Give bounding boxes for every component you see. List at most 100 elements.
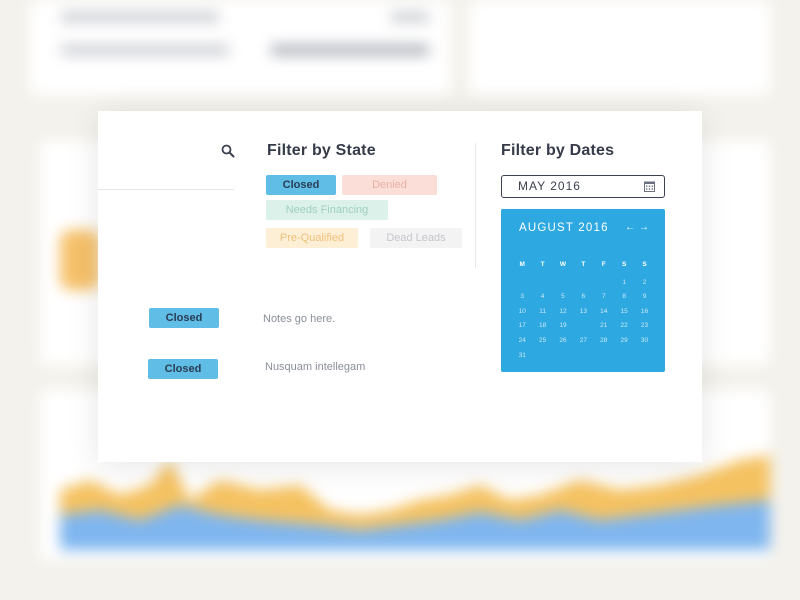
calendar-day-number: 1 xyxy=(622,278,626,286)
calendar-day-number: 6 xyxy=(581,293,586,301)
row-status-badge: Closed xyxy=(148,359,218,379)
calendar-day[interactable]: 27 xyxy=(573,334,593,349)
calendar-day-number: 23 xyxy=(640,322,649,330)
calendar-week-row: 3 4 5 6 7 8 9 xyxy=(512,290,662,305)
calendar-day[interactable]: 11 xyxy=(532,305,552,320)
calendar-week-row: 31 xyxy=(512,349,662,364)
calendar-day[interactable]: 13 xyxy=(573,305,593,320)
calendar-dropdown: AUGUST 2016 ← → M T W T F S S 1 2 3 4 5 6 7 8 9 10 11 12 13… xyxy=(501,209,665,372)
calendar-day[interactable]: 3 xyxy=(512,290,532,305)
calendar-week-row: 10 11 12 13 14 15 16 xyxy=(512,305,662,320)
calendar-day[interactable]: 23 xyxy=(634,319,654,334)
weekday-label: T xyxy=(540,261,545,268)
calendar-empty-cell xyxy=(512,276,532,291)
calendar-icon[interactable] xyxy=(644,181,655,192)
calendar-day[interactable]: 10 xyxy=(512,305,532,320)
previous-month-arrow-icon[interactable]: ← xyxy=(625,222,635,233)
filter-panel: Filter by State Closed Denied Needs Fina… xyxy=(98,111,702,462)
calendar-day-number: 4 xyxy=(540,293,545,301)
calendar-empty-cell xyxy=(634,349,654,364)
calendar-day-number: 27 xyxy=(579,336,587,344)
calendar-day[interactable]: 21 xyxy=(594,319,614,334)
calendar-day-number: 2 xyxy=(642,278,647,286)
calendar-day-number: 7 xyxy=(601,293,606,301)
calendar-grid: M T W T F S S 1 2 3 4 5 6 7 8 9 10 11 12 13 14 15 16 17 18 19 20 21… xyxy=(512,258,662,363)
calendar-empty-cell xyxy=(573,276,593,291)
calendar-day[interactable]: 19 xyxy=(553,319,573,334)
calendar-day-number: 26 xyxy=(559,336,567,344)
month-picker-input[interactable]: MAY 2016 xyxy=(501,175,665,198)
calendar-day[interactable]: 22 xyxy=(614,319,634,334)
calendar-day-number: 12 xyxy=(559,307,567,315)
background-card xyxy=(470,0,770,95)
calendar-day[interactable]: 4 xyxy=(532,290,552,305)
calendar-day[interactable]: 8 xyxy=(614,290,634,305)
calendar-day[interactable]: 30 xyxy=(634,334,654,349)
calendar-day-number: 16 xyxy=(640,307,649,315)
weekday-label: W xyxy=(559,261,567,268)
calendar-day-number: 31 xyxy=(518,351,526,359)
calendar-day[interactable]: 12 xyxy=(553,305,573,320)
calendar-day-number: 5 xyxy=(561,293,565,301)
month-picker-value: MAY 2016 xyxy=(518,179,581,193)
weekday-label: M xyxy=(519,261,525,268)
calendar-day[interactable]: 15 xyxy=(614,305,634,320)
calendar-day[interactable]: 2 xyxy=(634,276,654,291)
calendar-day-number: 9 xyxy=(642,293,647,301)
calendar-empty-cell xyxy=(553,276,573,291)
calendar-day-number: 21 xyxy=(600,322,608,330)
next-month-arrow-icon[interactable]: → xyxy=(639,222,649,233)
calendar-day[interactable]: 5 xyxy=(553,290,573,305)
background-card xyxy=(30,0,450,95)
calendar-empty-cell xyxy=(614,349,634,364)
calendar-empty-cell xyxy=(573,349,593,364)
state-filter-pre-qualified[interactable]: Pre-Qualified xyxy=(266,228,358,248)
state-filter-closed[interactable]: Closed xyxy=(266,175,336,195)
calendar-day[interactable]: 14 xyxy=(594,305,614,320)
calendar-day[interactable]: 26 xyxy=(553,334,573,349)
calendar-day-selected[interactable]: 20 xyxy=(573,319,593,334)
calendar-day-number: 30 xyxy=(640,336,649,344)
calendar-day-number: 13 xyxy=(579,307,587,315)
divider xyxy=(475,143,476,268)
calendar-day[interactable]: 6 xyxy=(573,290,593,305)
filter-state-title: Filter by State xyxy=(267,142,376,159)
calendar-day-number: 10 xyxy=(518,307,526,315)
state-filter-needs-financing[interactable]: Needs Financing xyxy=(266,200,388,220)
calendar-day-number: 29 xyxy=(620,336,628,344)
calendar-day[interactable]: 1 xyxy=(614,276,634,291)
calendar-day[interactable]: 31 xyxy=(512,349,532,364)
row-note: Notes go here. xyxy=(263,313,336,325)
calendar-empty-cell xyxy=(594,276,614,291)
calendar-day-number: 28 xyxy=(600,336,608,344)
calendar-month-label: AUGUST 2016 xyxy=(519,222,609,234)
calendar-day-number: 20 xyxy=(579,322,587,330)
calendar-day[interactable]: 29 xyxy=(614,334,634,349)
weekday-label: T xyxy=(581,261,586,268)
calendar-day-number: 22 xyxy=(620,322,628,330)
calendar-day-number: 14 xyxy=(600,307,608,315)
calendar-day-number: 25 xyxy=(538,336,547,344)
calendar-day[interactable]: 24 xyxy=(512,334,532,349)
state-filter-denied[interactable]: Denied xyxy=(342,175,437,195)
calendar-day[interactable]: 9 xyxy=(634,290,654,305)
calendar-day-number: 24 xyxy=(518,336,526,344)
calendar-day-number: 8 xyxy=(622,293,626,301)
calendar-day[interactable]: 18 xyxy=(532,319,552,334)
calendar-empty-cell xyxy=(532,349,552,364)
calendar-day-number: 19 xyxy=(559,322,567,330)
calendar-week-row: 24 25 26 27 28 29 30 xyxy=(512,334,662,349)
calendar-day[interactable]: 17 xyxy=(512,319,532,334)
calendar-day[interactable]: 28 xyxy=(594,334,614,349)
calendar-weekday-header: MTWTFSS xyxy=(512,258,662,273)
search-icon[interactable] xyxy=(221,144,235,158)
calendar-empty-cell xyxy=(594,349,614,364)
calendar-day[interactable]: 25 xyxy=(532,334,552,349)
state-filter-dead-leads[interactable]: Dead Leads xyxy=(370,228,462,248)
calendar-week-row: 17 18 19 20 21 22 23 xyxy=(512,319,662,334)
calendar-day-number: 3 xyxy=(520,293,524,301)
calendar-day[interactable]: 7 xyxy=(594,290,614,305)
calendar-day-number: 17 xyxy=(518,322,526,330)
calendar-empty-cell xyxy=(553,349,573,364)
calendar-day[interactable]: 16 xyxy=(634,305,654,320)
